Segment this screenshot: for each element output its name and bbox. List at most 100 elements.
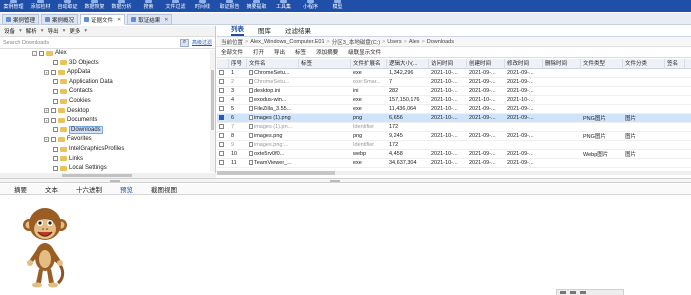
view-tab-2[interactable]: 过滤结果 bbox=[285, 25, 311, 36]
scroll-thumb[interactable] bbox=[62, 174, 132, 177]
column-header[interactable]: 序号 bbox=[229, 59, 247, 69]
toolbar-button-7[interactable]: 时间线 bbox=[189, 0, 216, 12]
close-icon[interactable]: ✕ bbox=[117, 17, 121, 23]
tree-node[interactable]: - Alex bbox=[32, 49, 67, 57]
table-row[interactable]: 6 images (1).png png 6,656 2021-10-... 2021-0… bbox=[217, 114, 691, 123]
expander-icon[interactable]: + bbox=[44, 108, 49, 114]
scroll-thumb[interactable] bbox=[217, 171, 335, 175]
close-icon[interactable]: ✕ bbox=[164, 17, 168, 23]
tree-vertical-scrollbar[interactable] bbox=[210, 50, 215, 172]
column-header[interactable]: 访问时间 bbox=[429, 59, 467, 69]
tree-tool-2[interactable]: 导出 bbox=[48, 27, 59, 35]
toolbar-icon[interactable] bbox=[580, 291, 586, 294]
row-checkbox-cell[interactable] bbox=[217, 106, 229, 112]
row-checkbox-cell[interactable] bbox=[217, 160, 229, 166]
toolbar-button-6[interactable]: 文件过滤 bbox=[162, 0, 189, 12]
row-checkbox-cell[interactable] bbox=[217, 70, 229, 76]
row-checkbox[interactable] bbox=[219, 133, 224, 139]
tree-node[interactable]: Cookies bbox=[44, 97, 91, 105]
detail-tab-2[interactable]: 十六进制 bbox=[76, 184, 102, 194]
breadcrumb-item[interactable]: Downloads bbox=[427, 39, 454, 45]
tree-checkbox[interactable] bbox=[53, 88, 58, 94]
row-checkbox-cell[interactable] bbox=[217, 124, 229, 130]
toolbar-button-10[interactable]: 工具集 bbox=[270, 0, 297, 12]
tree-node[interactable]: + Desktop bbox=[44, 107, 89, 115]
table-row[interactable]: 8 images.png png 9,245 2021-10-... 2021-09-..… bbox=[217, 132, 691, 141]
tree-checkbox[interactable] bbox=[53, 146, 58, 152]
tree-checkbox[interactable] bbox=[53, 127, 58, 133]
table-row[interactable]: 2 ChromeSetu... exe:Smar... 7 2021-10-... 202… bbox=[217, 78, 691, 87]
column-header[interactable]: 标签 bbox=[299, 59, 351, 69]
breadcrumb-item[interactable]: Alex_Windows_Computer.E01 bbox=[250, 39, 324, 45]
toolbar-icon[interactable] bbox=[560, 291, 566, 294]
toolbar-button-11[interactable]: 小程序 bbox=[297, 0, 324, 12]
table-row[interactable]: 9 images.png:... Identifier 172 bbox=[217, 141, 691, 150]
tree-node[interactable]: Links bbox=[44, 155, 83, 163]
row-checkbox-cell[interactable] bbox=[217, 79, 229, 85]
list-tool-4[interactable]: 添加摘要 bbox=[316, 48, 338, 56]
column-header[interactable]: 修改时间 bbox=[505, 59, 543, 69]
detail-tab-1[interactable]: 文本 bbox=[45, 184, 58, 194]
row-checkbox[interactable] bbox=[219, 88, 224, 94]
floating-mini-toolbar[interactable] bbox=[556, 289, 624, 295]
column-header[interactable]: 逻辑大小(... bbox=[387, 59, 429, 69]
toolbar-icon[interactable] bbox=[570, 291, 576, 294]
row-checkbox[interactable] bbox=[219, 97, 224, 103]
column-header[interactable] bbox=[217, 59, 229, 69]
row-checkbox[interactable] bbox=[219, 70, 224, 76]
tree-node[interactable]: + AppData bbox=[44, 68, 90, 76]
breadcrumb-item[interactable]: Users bbox=[387, 39, 401, 45]
table-row[interactable]: 4 exodus-win... exe 157,150,176 2021-10-... 2… bbox=[217, 96, 691, 105]
table-row[interactable]: 11 TeamViewer_... exe 34,637,304 2021-10-...… bbox=[217, 159, 691, 168]
expander-icon[interactable]: + bbox=[44, 117, 49, 123]
tree-tool-3[interactable]: 更多 bbox=[69, 27, 80, 35]
table-row[interactable]: 7 images (1).pn... Identifier 172 bbox=[217, 123, 691, 132]
toolbar-button-2[interactable]: 自动取证 bbox=[54, 0, 81, 12]
advanced-filter-link[interactable]: 高级过滤 bbox=[192, 39, 212, 46]
toolbar-button-4[interactable]: 数据分析 bbox=[108, 0, 135, 12]
column-header[interactable]: 文件名 bbox=[247, 59, 299, 69]
toolbar-button-12[interactable]: 模型 bbox=[324, 0, 351, 12]
detail-tab-4[interactable]: 截图视图 bbox=[151, 184, 177, 194]
toolbar-button-9[interactable]: 摘要提取 bbox=[243, 0, 270, 12]
detail-tab-3[interactable]: 预览 bbox=[120, 184, 133, 194]
tree-node[interactable]: Application Data bbox=[44, 78, 113, 86]
tree-checkbox[interactable] bbox=[53, 60, 58, 66]
row-checkbox[interactable] bbox=[219, 151, 224, 157]
expander-icon[interactable]: + bbox=[44, 69, 49, 75]
case-tab-0[interactable]: 案例管理 bbox=[2, 14, 40, 25]
tree-tool-0[interactable]: 设备 bbox=[4, 27, 15, 35]
row-checkbox[interactable] bbox=[219, 124, 224, 130]
list-tool-0[interactable]: 全部文件 bbox=[221, 48, 243, 56]
case-tab-1[interactable]: 案例概况 bbox=[41, 14, 79, 25]
list-tool-1[interactable]: 打开 bbox=[253, 48, 264, 56]
row-checkbox-cell[interactable] bbox=[217, 115, 229, 121]
table-row[interactable]: 10 oxte5rv0f0... webp 4,458 2021-10-... 2021-… bbox=[217, 150, 691, 159]
splitter-grip[interactable] bbox=[110, 180, 120, 182]
toolbar-button-8[interactable]: 取证报告 bbox=[216, 0, 243, 12]
row-checkbox[interactable] bbox=[219, 142, 224, 148]
row-checkbox[interactable] bbox=[219, 115, 224, 121]
toolbar-button-5[interactable]: 搜索 bbox=[135, 0, 162, 12]
tree-node[interactable]: IntelGraphicsProfiles bbox=[44, 145, 124, 153]
breadcrumb-item[interactable]: Alex bbox=[409, 39, 420, 45]
tree-node[interactable]: Downloads bbox=[44, 125, 103, 134]
search-button[interactable]: ⌕ bbox=[179, 38, 189, 47]
breadcrumb-item[interactable]: 分区3_本地磁盘(C:) bbox=[332, 38, 380, 46]
tree-checkbox[interactable] bbox=[51, 117, 56, 123]
row-checkbox-cell[interactable] bbox=[217, 88, 229, 94]
tree-node[interactable]: + Documents bbox=[44, 116, 97, 124]
tree-node[interactable]: Contacts bbox=[44, 87, 93, 95]
panel-splitter[interactable] bbox=[0, 178, 691, 183]
table-row[interactable]: 3 desktop.ini ini 282 2021-10-... 2021-09-...… bbox=[217, 87, 691, 96]
case-tab-2[interactable]: 证据文件 ✕ bbox=[80, 14, 126, 25]
column-header[interactable]: 删除时间 bbox=[543, 59, 581, 69]
table-row[interactable]: 5 FileZilla_3.55... exe 11,436,064 2021-10-.… bbox=[217, 105, 691, 114]
column-header[interactable]: 签名 bbox=[665, 59, 685, 69]
scroll-thumb[interactable] bbox=[211, 70, 214, 130]
toolbar-button-3[interactable]: 数据恢复 bbox=[81, 0, 108, 12]
tree-checkbox[interactable] bbox=[53, 98, 58, 104]
tree-checkbox[interactable] bbox=[53, 79, 58, 85]
toolbar-button-0[interactable]: 案例管理 bbox=[0, 0, 27, 12]
column-header[interactable]: 创建时间 bbox=[467, 59, 505, 69]
